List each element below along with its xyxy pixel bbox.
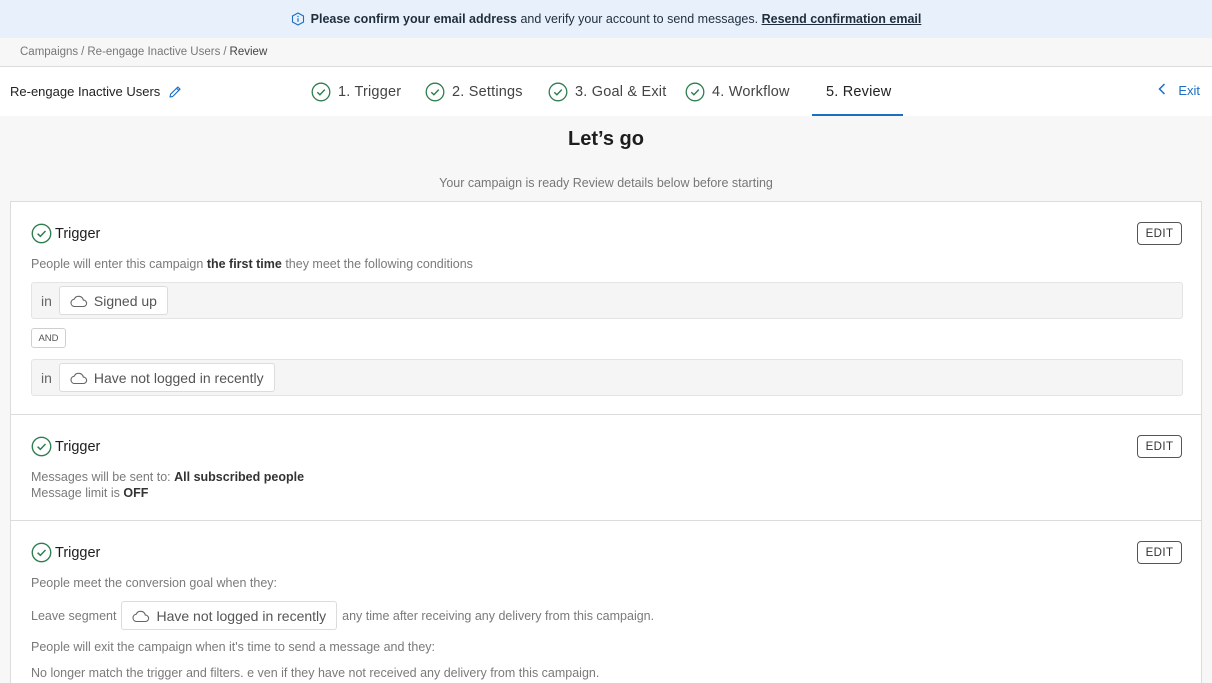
segment-chip[interactable]: Signed up (58, 286, 168, 315)
card-title-text: Trigger (55, 225, 101, 242)
cloud-icon (69, 371, 88, 385)
card-title: Trigger (31, 436, 100, 457)
edit-button[interactable]: EDIT (1137, 541, 1182, 564)
step-label: 1. Trigger (338, 84, 402, 100)
trigger-description: People will enter this campaign the firs… (31, 257, 473, 271)
condition-row: in Have not logged in recently (31, 359, 1183, 396)
banner-bold-text: Please confirm your email address (310, 12, 517, 26)
recipients-line: Messages will be sent to: All subscribed… (31, 470, 304, 484)
goal-condition-row: Leave segment Have not logged in recentl… (31, 601, 654, 630)
step-label: 4. Workflow (712, 84, 790, 100)
exit-condition: No longer match the trigger and filters.… (31, 666, 600, 680)
breadcrumb-separator: / (223, 46, 227, 58)
settings-card: Trigger EDIT Messages will be sent to: A… (10, 414, 1202, 521)
card-title: Trigger (31, 223, 100, 244)
segment-chip[interactable]: Have not logged in recently (58, 363, 275, 392)
card-title-text: Trigger (55, 544, 101, 561)
step-trigger[interactable]: 1. Trigger (311, 80, 401, 104)
campaign-header: Re-engage Inactive Users 1. Trigger 2. S… (0, 67, 1212, 116)
email-confirmation-banner: Please confirm your email address and ve… (0, 0, 1212, 38)
cloud-icon (69, 294, 88, 308)
edit-button[interactable]: EDIT (1137, 435, 1182, 458)
page-title: Let’s go (568, 128, 644, 150)
message-limit-label: Message limit is (31, 486, 120, 500)
active-step-indicator (812, 114, 903, 116)
description-emphasis: the first time (206, 257, 282, 271)
breadcrumb-current: Review (229, 46, 268, 58)
check-circle-icon (31, 436, 52, 457)
message-limit-value: OFF (123, 486, 149, 500)
check-circle-icon (685, 82, 705, 102)
check-circle-icon (31, 223, 52, 244)
resend-confirmation-link[interactable]: Resend confirmation email (762, 12, 922, 26)
trigger-card: Trigger EDIT People will enter this camp… (10, 201, 1202, 415)
chevron-left-icon (1158, 83, 1166, 98)
page-subtitle: Your campaign is ready Review details be… (439, 176, 773, 190)
exit-label: Exit (1178, 83, 1200, 98)
card-title-text: Trigger (55, 438, 101, 455)
check-circle-icon (425, 82, 445, 102)
description-text: People will enter this campaign (31, 257, 204, 271)
info-icon (291, 12, 305, 26)
condition-row: in Signed up (31, 282, 1183, 319)
exit-button[interactable]: Exit (1158, 83, 1200, 98)
card-title: Trigger (31, 542, 100, 563)
check-circle-icon (311, 82, 331, 102)
breadcrumb: Campaigns / Re-engage Inactive Users / R… (0, 38, 1212, 67)
leave-segment-suffix: any time after receiving any delivery fr… (342, 608, 655, 623)
recipients-label: Messages will be sent to: (31, 470, 171, 484)
edit-button[interactable]: EDIT (1137, 222, 1182, 245)
condition-prefix: in (41, 292, 52, 309)
cloud-icon (131, 609, 150, 623)
segment-name: Signed up (93, 292, 157, 309)
segment-name: Have not logged in recently (156, 607, 327, 624)
step-label: 5. Review (826, 84, 892, 100)
exit-description: People will exit the campaign when it's … (31, 640, 435, 654)
leave-segment-label: Leave segment (31, 608, 117, 623)
recipients-value: All subscribed people (174, 470, 305, 484)
banner-text: and verify your account to send messages… (520, 12, 759, 26)
breadcrumb-campaign[interactable]: Re-engage Inactive Users (87, 46, 220, 58)
step-label: 2. Settings (452, 84, 523, 100)
step-label: 3. Goal & Exit (575, 84, 667, 100)
step-review[interactable]: 5. Review (826, 80, 891, 104)
and-operator-badge: AND (31, 328, 66, 348)
segment-chip[interactable]: Have not logged in recently (121, 601, 338, 630)
goal-exit-card: Trigger EDIT People meet the conversion … (10, 520, 1202, 683)
campaign-name-text: Re-engage Inactive Users (10, 84, 161, 99)
goal-description: People meet the conversion goal when the… (31, 576, 277, 590)
pencil-icon[interactable] (168, 85, 182, 99)
segment-name: Have not logged in recently (93, 369, 264, 386)
check-circle-icon (31, 542, 52, 563)
step-settings[interactable]: 2. Settings (425, 80, 523, 104)
breadcrumb-separator: / (81, 46, 85, 58)
breadcrumb-campaigns[interactable]: Campaigns (20, 46, 78, 58)
check-circle-icon (548, 82, 568, 102)
step-goal-exit[interactable]: 3. Goal & Exit (548, 80, 666, 104)
step-workflow[interactable]: 4. Workflow (685, 80, 790, 104)
description-text: they meet the following conditions (285, 257, 473, 271)
condition-prefix: in (41, 369, 52, 386)
message-limit-line: Message limit is OFF (31, 486, 148, 500)
campaign-name: Re-engage Inactive Users (10, 84, 182, 99)
